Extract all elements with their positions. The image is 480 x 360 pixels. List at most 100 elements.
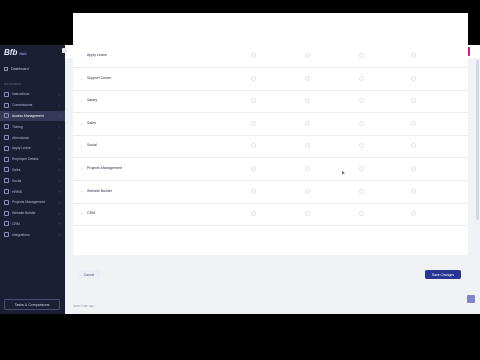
- menu-icon: [4, 178, 9, 184]
- chevron-right-icon: ›: [58, 135, 60, 141]
- permission-checkbox[interactable]: [251, 143, 256, 149]
- menu-icon: [4, 124, 9, 130]
- chevron-right-icon: ›: [58, 189, 60, 195]
- sidebar-item[interactable]: Social ›: [0, 175, 65, 186]
- permission-row: › Support Center: [73, 68, 468, 91]
- permission-checkbox[interactable]: [305, 188, 310, 194]
- permission-checkbox[interactable]: [359, 120, 364, 126]
- permission-checkbox[interactable]: [359, 143, 364, 149]
- permission-checkbox[interactable]: [411, 211, 416, 217]
- permission-checkbox[interactable]: [359, 211, 364, 217]
- chevron-right-icon: ›: [58, 145, 60, 151]
- menu-icon: [4, 135, 9, 141]
- chevron-right-icon[interactable]: ›: [81, 121, 82, 126]
- chevron-right-icon: ›: [58, 167, 60, 173]
- menu-icon: [4, 145, 9, 151]
- sidebar-item[interactable]: Attendance ›: [0, 132, 65, 143]
- sidebar-item[interactable]: Commissions ›: [0, 100, 65, 111]
- sidebar-item[interactable]: Apply Leave ›: [0, 143, 65, 154]
- permission-checkbox[interactable]: [305, 120, 310, 126]
- permission-checkbox[interactable]: [411, 143, 416, 149]
- permission-row: › Projects Management: [73, 158, 468, 181]
- menu-icon: [4, 156, 9, 162]
- permission-label: Projects Management: [87, 166, 122, 170]
- sidebar-item-label: HRMS: [12, 189, 22, 194]
- sidebar-item[interactable]: HRMS ›: [0, 186, 65, 197]
- permission-row: › Social: [73, 135, 468, 159]
- permission-checkbox[interactable]: [359, 166, 364, 171]
- support-button[interactable]: Tasks & Comparisons: [4, 299, 60, 310]
- sidebar-item-label: Integrations: [12, 232, 30, 237]
- permission-checkbox[interactable]: [305, 98, 310, 104]
- permission-checkbox[interactable]: [251, 166, 256, 171]
- sidebar-item[interactable]: Instructions ›: [0, 89, 65, 100]
- permission-row: › Website Builder: [73, 181, 468, 204]
- chevron-right-icon[interactable]: ›: [81, 76, 82, 81]
- footer-copyright: 2025 © Bfb ftab: [73, 304, 94, 308]
- chevron-right-icon[interactable]: ›: [81, 53, 82, 58]
- permission-checkbox[interactable]: [411, 120, 416, 126]
- back-to-top-button[interactable]: [467, 295, 475, 303]
- chevron-right-icon[interactable]: ›: [81, 143, 82, 148]
- permission-checkbox[interactable]: [411, 166, 416, 171]
- permission-checkbox[interactable]: [411, 53, 416, 58]
- permission-checkbox[interactable]: [251, 120, 256, 126]
- permission-row: › Salary: [73, 90, 468, 114]
- sidebar-item[interactable]: Sales ›: [0, 165, 65, 176]
- chevron-right-icon: ›: [58, 113, 60, 119]
- sidebar-item[interactable]: Website Builder ›: [0, 208, 65, 219]
- permission-checkbox[interactable]: [251, 53, 256, 58]
- sidebar-item-label: Instructions: [12, 92, 30, 97]
- permission-checkbox[interactable]: [359, 75, 364, 81]
- permission-checkbox[interactable]: [305, 211, 310, 217]
- sidebar-item-label: Commissions: [12, 103, 33, 108]
- chevron-right-icon: ›: [58, 199, 60, 205]
- menu-icon: [4, 232, 9, 238]
- sidebar-item-dashboard[interactable]: Dashboard: [4, 67, 29, 71]
- menu-icon: [4, 221, 9, 227]
- permission-label: Sales: [87, 120, 96, 125]
- page-scrollbar[interactable]: [476, 60, 479, 220]
- permission-checkbox[interactable]: [251, 188, 256, 194]
- permission-checkbox[interactable]: [411, 98, 416, 104]
- sidebar-item-label: Projects Management: [12, 200, 45, 205]
- chevron-right-icon[interactable]: ›: [81, 189, 82, 194]
- menu-icon: [4, 189, 9, 195]
- app-logo[interactable]: Bfb ftab: [4, 48, 44, 60]
- permission-checkbox[interactable]: [359, 188, 364, 194]
- sidebar-item[interactable]: CRM ›: [0, 219, 65, 230]
- sidebar-item[interactable]: Access Management ›: [0, 110, 65, 122]
- sidebar-item-label: Ticking: [12, 124, 23, 129]
- permission-checkbox[interactable]: [305, 53, 310, 58]
- chevron-right-icon: ›: [58, 210, 60, 216]
- chevron-right-icon: ›: [58, 102, 60, 108]
- chevron-right-icon[interactable]: ›: [81, 98, 82, 103]
- save-changes-button[interactable]: Save Changes: [425, 270, 461, 279]
- menu-icon: [4, 91, 9, 97]
- sidebar-item[interactable]: Integrations ›: [0, 229, 65, 240]
- chevron-right-icon[interactable]: ›: [81, 166, 82, 171]
- permission-checkbox[interactable]: [359, 53, 364, 58]
- permission-checkbox[interactable]: [251, 98, 256, 104]
- chevron-right-icon[interactable]: ›: [81, 211, 82, 216]
- sidebar-item-label: Employee Details: [12, 157, 39, 162]
- sidebar-item[interactable]: Ticking ›: [0, 121, 65, 132]
- menu-toggle-icon[interactable]: [62, 48, 67, 53]
- permission-checkbox[interactable]: [251, 211, 256, 217]
- permission-label: Support Center: [87, 75, 112, 80]
- sidebar-item[interactable]: Projects Management ›: [0, 197, 65, 208]
- chevron-right-icon: ›: [58, 156, 60, 162]
- permission-checkbox[interactable]: [359, 98, 364, 104]
- permission-checkbox[interactable]: [305, 75, 310, 81]
- permission-checkbox[interactable]: [305, 143, 310, 149]
- permission-checkbox[interactable]: [411, 75, 416, 81]
- permission-checkbox[interactable]: [411, 188, 416, 194]
- chevron-right-icon: ›: [58, 124, 60, 130]
- cancel-button[interactable]: Cancel: [78, 270, 100, 279]
- sidebar-item-label: Attendance: [12, 135, 30, 140]
- sidebar-section-label: RESUMEN: [4, 82, 22, 86]
- permission-checkbox[interactable]: [305, 166, 310, 171]
- permission-checkbox[interactable]: [251, 75, 256, 81]
- menu-icon: [4, 102, 9, 108]
- sidebar-item[interactable]: Employee Details ›: [0, 154, 65, 165]
